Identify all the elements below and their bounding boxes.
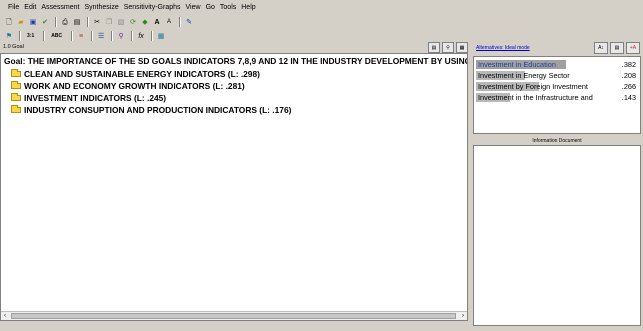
zoom-icon[interactable]: ⚲ bbox=[442, 42, 454, 53]
tree-node[interactable]: WORK AND ECONOMY GROWTH INDICATORS (L: .… bbox=[11, 81, 245, 91]
numerical-compare-button[interactable]: 3:1 bbox=[24, 32, 37, 40]
alternative-row[interactable]: Investment in the Infrastructure and .14… bbox=[476, 92, 638, 102]
menu-bar: File Edit Assessment Synthesize Sensitiv… bbox=[0, 0, 643, 15]
paste-icon[interactable]: ▧ bbox=[116, 17, 126, 27]
bookmark-icon[interactable]: ◆ bbox=[140, 17, 150, 27]
tree-view-icon[interactable]: ▤ bbox=[428, 42, 440, 53]
toolbar-separator bbox=[43, 31, 46, 41]
toolbar-separator bbox=[151, 31, 154, 41]
alternative-value: .208 bbox=[621, 71, 636, 80]
tree-node[interactable]: INVESTMENT INDICATORS (L: .245) bbox=[11, 93, 166, 103]
goal-node[interactable]: Goal: THE IMPORTANCE OF THE SD GOALS IND… bbox=[4, 56, 467, 66]
alternative-value: .143 bbox=[621, 93, 636, 102]
tree-node-label: INVESTMENT INDICATORS (L: .245) bbox=[24, 93, 167, 103]
add-alternative-icon[interactable]: +A bbox=[626, 42, 640, 54]
tree-node-label: WORK AND ECONOMY GROWTH INDICATORS (L: .… bbox=[24, 81, 245, 91]
horizontal-scrollbar[interactable]: ‹ › bbox=[1, 311, 467, 320]
menu-go[interactable]: Go bbox=[206, 4, 215, 11]
menu-synthesize[interactable]: Synthesize bbox=[84, 4, 118, 11]
info-doc-title: Information Document bbox=[532, 138, 582, 144]
new-file-icon[interactable]: 🗋 bbox=[4, 17, 14, 27]
folder-icon bbox=[11, 81, 21, 89]
menu-assessment[interactable]: Assessment bbox=[41, 4, 79, 11]
graphical-compare-icon[interactable]: ≡ bbox=[76, 31, 86, 41]
check-icon[interactable]: ✔ bbox=[40, 17, 50, 27]
questionnaire-icon[interactable]: ☰ bbox=[96, 31, 106, 41]
open-folder-icon[interactable]: ▰ bbox=[16, 17, 26, 27]
font-smaller-icon[interactable]: A bbox=[164, 17, 174, 27]
alternative-row[interactable]: Investment in Education .382 bbox=[476, 59, 638, 69]
alternatives-mode-link[interactable]: Alternatives: Ideal mode bbox=[476, 45, 530, 51]
scrollbar-thumb[interactable] bbox=[11, 313, 456, 319]
save-icon[interactable]: ▣ bbox=[28, 17, 38, 27]
formula-icon[interactable]: fx bbox=[136, 31, 146, 41]
folder-icon bbox=[11, 105, 21, 113]
toolbar-separator bbox=[111, 31, 114, 41]
alternative-row[interactable]: Investment by Foreign Investment .266 bbox=[476, 81, 638, 91]
print-preview-icon[interactable]: ▤ bbox=[72, 17, 82, 27]
list-icon[interactable]: ▤ bbox=[610, 42, 624, 54]
assessment-toolbar: ⚑ 3:1 ABC ≡ ☰ ⚲ fx ▦ bbox=[4, 30, 168, 42]
alternative-name: Investment in Education bbox=[478, 60, 556, 69]
folder-icon bbox=[11, 93, 21, 101]
alternative-name: Investment in Energy Sector bbox=[478, 71, 570, 80]
tree-node-label: CLEAN AND SUSTAINABLE ENERGY INDICATORS … bbox=[24, 69, 260, 79]
alternatives-header: Alternatives: Ideal mode A↕ ▤ +A bbox=[474, 42, 640, 54]
tree-node-label: INDUSTRY CONSUPTION AND PRODUCTION INDIC… bbox=[24, 105, 292, 115]
tree-header: 1.0 Goal ▤ ⚲ ▦ bbox=[0, 42, 470, 53]
matrix-icon[interactable]: ▦ bbox=[156, 31, 166, 41]
scroll-left-icon[interactable]: ‹ bbox=[1, 312, 9, 320]
menu-file[interactable]: File bbox=[8, 4, 19, 11]
tree-header-title: 1.0 Goal bbox=[3, 44, 24, 50]
scroll-right-icon[interactable]: › bbox=[459, 312, 467, 320]
toolbar-separator bbox=[87, 17, 89, 27]
toolbar-separator bbox=[71, 31, 74, 41]
folder-icon bbox=[11, 69, 21, 77]
tree-node[interactable]: CLEAN AND SUSTAINABLE ENERGY INDICATORS … bbox=[11, 69, 260, 79]
font-larger-icon[interactable]: A bbox=[152, 17, 162, 27]
toolbar-separator bbox=[55, 17, 57, 27]
sort-icon[interactable]: A↕ bbox=[594, 42, 608, 54]
alternative-row[interactable]: Investment in Energy Sector .208 bbox=[476, 70, 638, 80]
toolbar-separator bbox=[179, 17, 181, 27]
hierarchy-icon[interactable]: ⚲ bbox=[116, 31, 126, 41]
verbal-compare-button[interactable]: ABC bbox=[48, 32, 65, 40]
menu-edit[interactable]: Edit bbox=[24, 4, 36, 11]
refresh-icon[interactable]: ⟳ bbox=[128, 17, 138, 27]
main-toolbar: 🗋 ▰ ▣ ✔ ⎙ ▤ ✂ ❐ ▧ ⟳ ◆ A A ✎ bbox=[4, 16, 196, 28]
goal-tree[interactable]: Goal: THE IMPORTANCE OF THE SD GOALS IND… bbox=[0, 53, 468, 321]
grid-view-icon[interactable]: ▦ bbox=[456, 42, 468, 53]
toolbar-separator bbox=[131, 31, 134, 41]
menu-view[interactable]: View bbox=[186, 4, 201, 11]
alternative-value: .266 bbox=[621, 82, 636, 91]
tools-icon[interactable]: ✎ bbox=[184, 17, 194, 27]
alternative-name: Investment by Foreign Investment bbox=[478, 82, 588, 91]
info-doc-area[interactable] bbox=[473, 145, 641, 326]
alternative-name: Investment in the Infrastructure and bbox=[478, 93, 593, 102]
copy-icon[interactable]: ❐ bbox=[104, 17, 114, 27]
tree-node[interactable]: INDUSTRY CONSUPTION AND PRODUCTION INDIC… bbox=[11, 105, 291, 115]
model-icon[interactable]: ⚑ bbox=[4, 31, 14, 41]
menu-tools[interactable]: Tools bbox=[220, 4, 236, 11]
toolbar-separator bbox=[91, 31, 94, 41]
cut-icon[interactable]: ✂ bbox=[92, 17, 102, 27]
alternative-value: .382 bbox=[621, 60, 636, 69]
menu-sensitivity-graphs[interactable]: Sensitivity-Graphs bbox=[124, 4, 181, 11]
menu-help[interactable]: Help bbox=[241, 4, 255, 11]
print-icon[interactable]: ⎙ bbox=[60, 17, 70, 27]
alternatives-list: Investment in Education .382 Investment … bbox=[473, 56, 641, 134]
toolbar-separator bbox=[19, 31, 21, 41]
